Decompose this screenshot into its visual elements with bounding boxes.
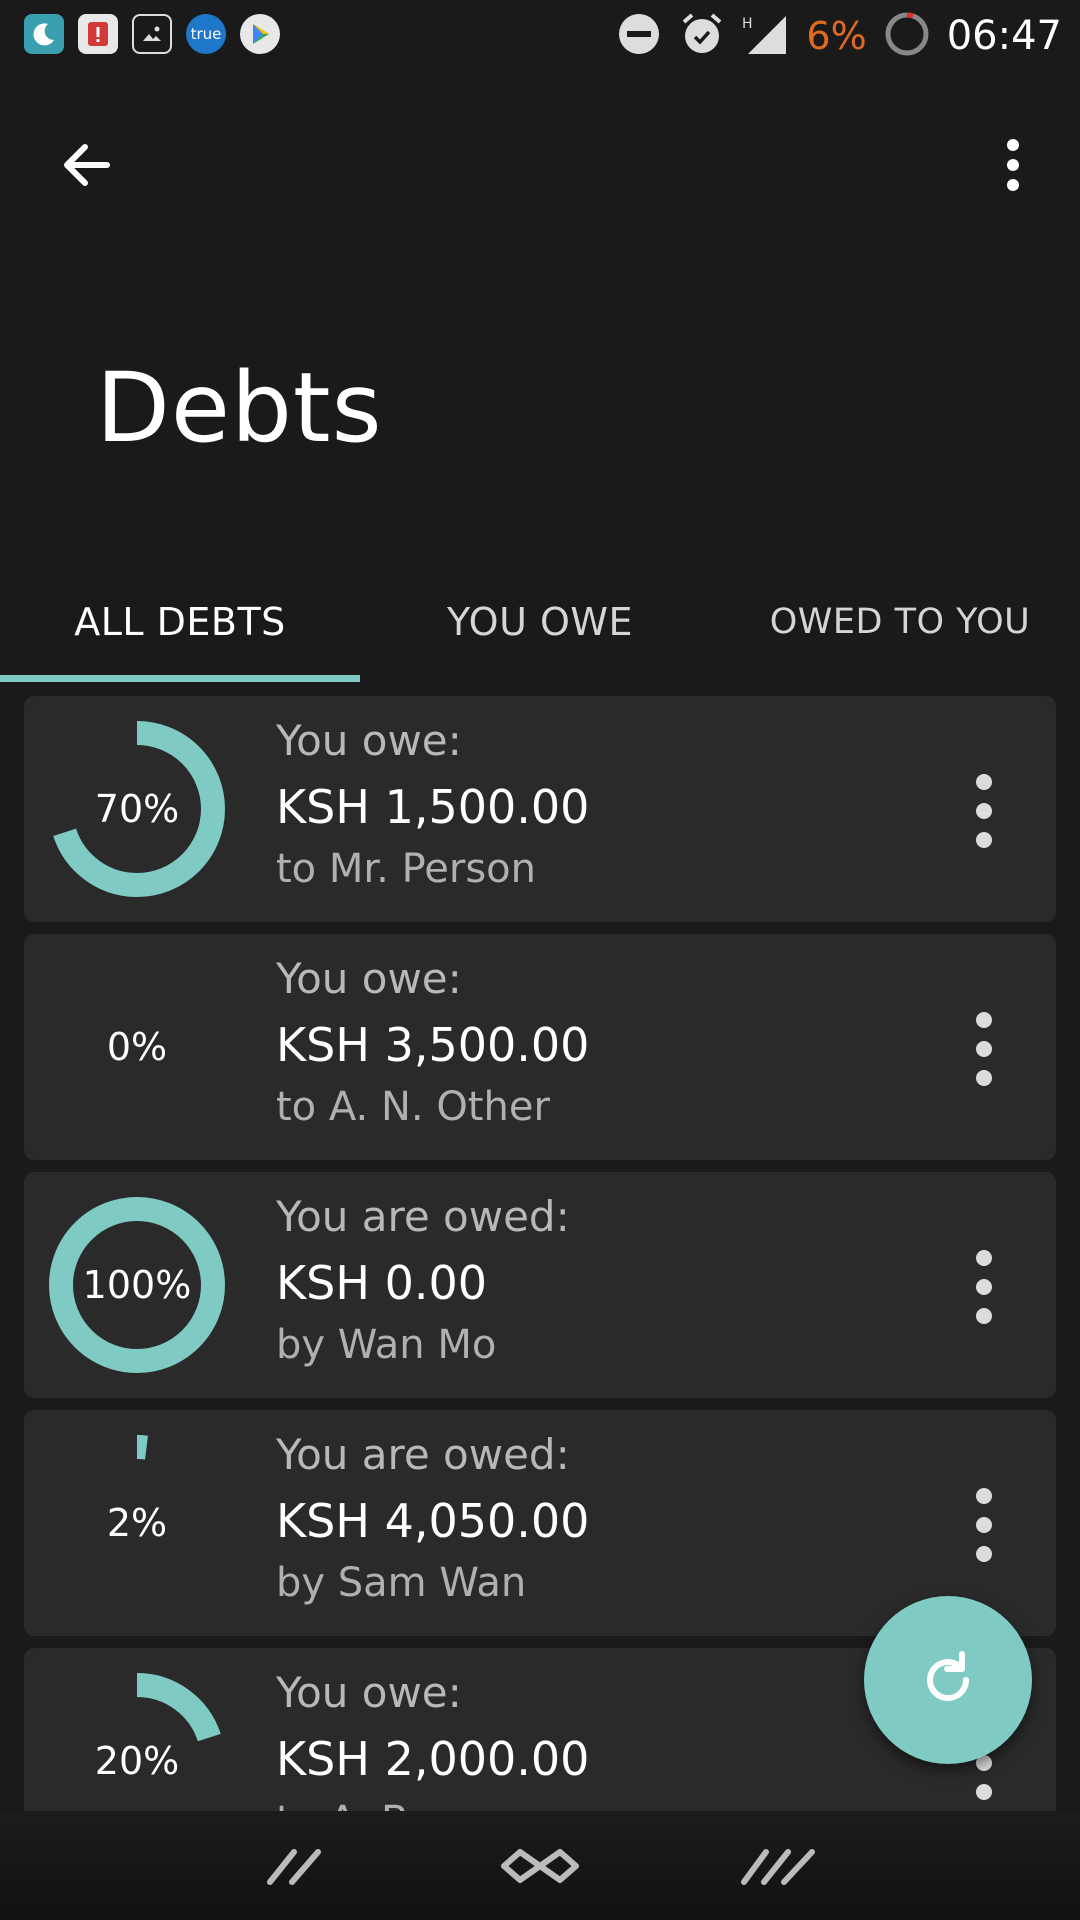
system-nav-bar (0, 1812, 1080, 1920)
notification-icons: true (24, 14, 280, 54)
debt-card[interactable]: 100% You are owed: KSH 0.00 by Wan Mo (24, 1172, 1056, 1398)
debt-heading: You owe: (276, 1668, 462, 1717)
arrow-back-icon (64, 144, 110, 186)
debt-amount: KSH 4,050.00 (276, 1494, 590, 1548)
debt-card[interactable]: 2% You are owed: KSH 4,050.00 by Sam Wan (24, 1410, 1056, 1636)
progress-percent: 100% (82, 1263, 192, 1307)
alarm-icon (678, 10, 726, 62)
nav-home-icon (501, 1849, 579, 1883)
play-store-icon (240, 14, 280, 54)
debt-menu-button[interactable] (964, 766, 1004, 856)
tab-indicator (0, 675, 360, 682)
nav-recents-icon (741, 1849, 815, 1885)
progress-percent: 0% (106, 1025, 168, 1069)
moon-app-icon (24, 14, 64, 54)
debt-heading: You owe: (276, 954, 462, 1003)
more-vert-icon (1007, 139, 1019, 191)
overflow-menu-button[interactable] (968, 120, 1058, 210)
clock: 06:47 (946, 13, 1062, 59)
debt-heading: You are owed: (276, 1192, 570, 1241)
system-icons: H 6% 06:47 (616, 10, 1062, 62)
debt-party: by Sam Wan (276, 1560, 527, 1606)
debt-party: to A. B (276, 1798, 408, 1811)
debt-card[interactable]: 0% You owe: KSH 3,500.00 to A. N. Other (24, 934, 1056, 1160)
tab-you-owe[interactable]: YOU OWE (360, 560, 720, 684)
nav-recents-button[interactable] (720, 1836, 840, 1896)
refresh-icon (927, 1651, 969, 1702)
progress-percent: 2% (106, 1501, 168, 1545)
progress-percent: 70% (94, 787, 180, 831)
nav-back-button[interactable] (236, 1836, 356, 1896)
back-button[interactable] (40, 120, 130, 210)
signal-icon: H (742, 10, 790, 62)
debt-amount: KSH 1,500.00 (276, 780, 590, 834)
nav-home-button[interactable] (480, 1836, 600, 1896)
tab-all-debts[interactable]: ALL DEBTS (0, 560, 360, 684)
page-title: Debts (96, 352, 383, 464)
debt-heading: You owe: (276, 716, 462, 765)
alert-app-icon (78, 14, 118, 54)
debt-party: by Wan Mo (276, 1322, 497, 1368)
gallery-app-icon (132, 14, 172, 54)
tab-owed-to-you[interactable]: OWED TO YOU (720, 560, 1080, 684)
refresh-fab[interactable] (864, 1596, 1032, 1764)
nav-back-icon (267, 1849, 321, 1885)
debt-menu-button[interactable] (964, 1004, 1004, 1094)
debt-card[interactable]: 70% You owe: KSH 1,500.00 to Mr. Person (24, 696, 1056, 922)
battery-icon (883, 10, 931, 62)
debt-amount: KSH 3,500.00 (276, 1018, 590, 1072)
progress-percent: 20% (94, 1739, 180, 1783)
do-not-disturb-icon (616, 11, 662, 61)
debt-menu-button[interactable] (964, 1480, 1004, 1570)
toolbar (0, 72, 1080, 242)
debt-party: to Mr. Person (276, 846, 536, 892)
debt-heading: You are owed: (276, 1430, 570, 1479)
true-app-label: true (190, 25, 222, 43)
tab-bar: ALL DEBTS YOU OWE OWED TO YOU (0, 560, 1080, 684)
true-app-icon: true (186, 14, 226, 54)
debt-amount: KSH 2,000.00 (276, 1732, 590, 1786)
svg-text:H: H (742, 16, 753, 32)
battery-percent: 6% (806, 14, 867, 58)
status-bar: true H 6% 06:47 (0, 0, 1080, 72)
debt-menu-button[interactable] (964, 1242, 1004, 1332)
debt-party: to A. N. Other (276, 1084, 550, 1130)
debt-amount: KSH 0.00 (276, 1256, 487, 1310)
